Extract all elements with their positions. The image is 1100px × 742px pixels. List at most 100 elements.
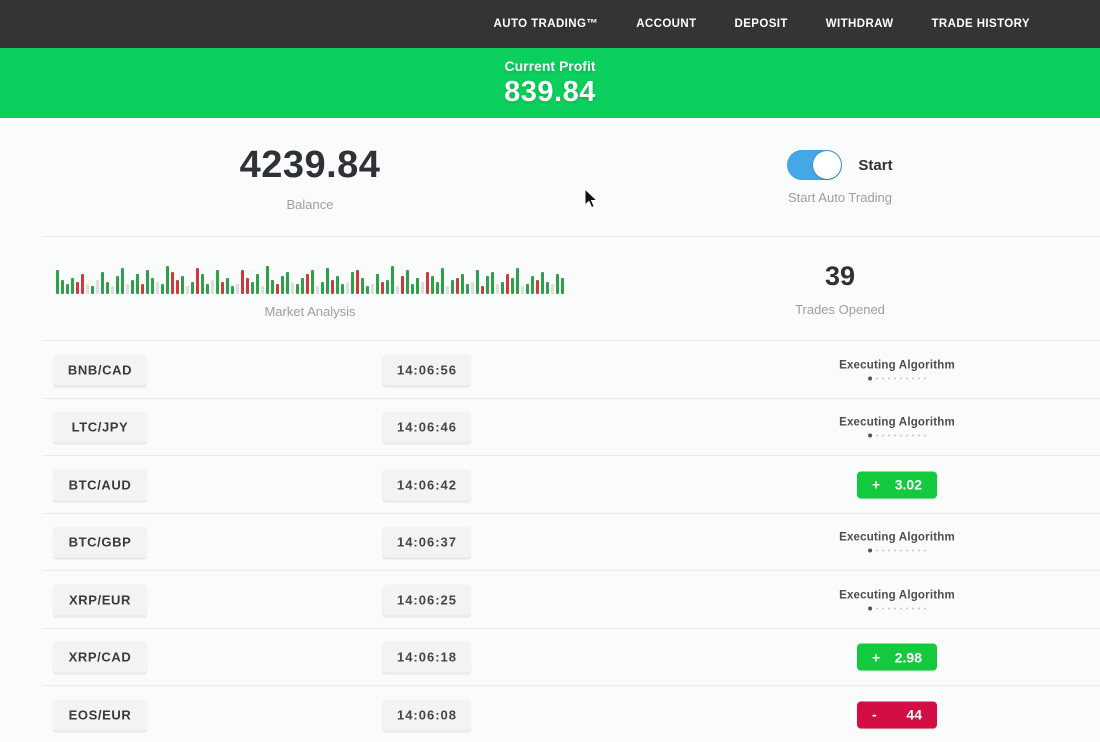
market-bar: [126, 284, 129, 294]
market-bar: [521, 286, 524, 294]
executing-algorithm-label: Executing Algorithm: [839, 359, 955, 371]
market-bar: [366, 286, 369, 294]
market-bar: [541, 272, 544, 294]
result-sign: +: [872, 649, 880, 665]
market-bar: [156, 282, 159, 294]
market-bar: [111, 286, 114, 294]
nav-item-withdraw[interactable]: WITHDRAW: [826, 18, 894, 30]
trade-pair-badge: BTC/GBP: [53, 527, 147, 558]
trades-opened-column: 39 Trades Opened: [620, 237, 1060, 341]
trade-status: Executing Algorithm: [839, 589, 955, 610]
nav-item-trade-history[interactable]: TRADE HISTORY: [932, 18, 1031, 30]
top-navbar: AUTO TRADING™ ACCOUNT DEPOSIT WITHDRAW TRADE…: [0, 0, 1100, 48]
market-bar: [136, 274, 139, 294]
market-bar: [66, 284, 69, 294]
progress-dots-icon: [868, 434, 926, 438]
market-bar: [121, 268, 124, 294]
auto-trading-column: Start Start Auto Trading: [620, 118, 1060, 237]
market-bar: [446, 286, 449, 294]
market-bar: [61, 280, 64, 294]
market-bar: [221, 282, 224, 294]
market-bar: [206, 284, 209, 294]
market-bar: [456, 278, 459, 294]
market-bar: [96, 280, 99, 294]
trades-list: BNB/CAD 14:06:56 Executing Algorithm LTC…: [0, 341, 1100, 742]
profit-badge: +3.02: [857, 471, 937, 498]
trade-row: BTC/AUD 14:06:42 +3.02: [0, 456, 1100, 514]
result-value: 44: [906, 707, 922, 723]
trade-time-badge: 14:06:08: [383, 699, 471, 730]
trade-pair-badge: BTC/AUD: [53, 469, 147, 500]
market-bar: [421, 282, 424, 294]
market-bar: [281, 276, 284, 294]
trades-opened-label: Trades Opened: [795, 302, 885, 317]
market-bar: [76, 282, 79, 294]
market-bar: [291, 282, 294, 294]
trade-row: XRP/EUR 14:06:25 Executing Algorithm: [0, 571, 1100, 629]
market-bar: [256, 274, 259, 294]
market-bar: [231, 286, 234, 294]
market-bar: [516, 268, 519, 294]
market-bar: [491, 272, 494, 294]
trade-row: BTC/GBP 14:06:37 Executing Algorithm: [0, 514, 1100, 572]
market-bar: [186, 286, 189, 294]
market-bar: [151, 278, 154, 294]
trade-row: BNB/CAD 14:06:56 Executing Algorithm: [0, 341, 1100, 399]
result-value: 2.98: [895, 649, 922, 665]
market-bar: [81, 274, 84, 294]
market-bar: [166, 266, 169, 294]
trade-status: +3.02: [857, 471, 937, 498]
market-bar: [486, 276, 489, 294]
market-section: Market Analysis 39 Trades Opened: [0, 237, 1100, 341]
trade-time-badge: 14:06:46: [383, 412, 471, 443]
market-bar: [301, 278, 304, 294]
trade-pair-badge: XRP/CAD: [53, 642, 147, 673]
market-bar: [431, 276, 434, 294]
nav-item-account[interactable]: ACCOUNT: [636, 18, 696, 30]
market-bar: [511, 278, 514, 294]
market-bar: [261, 286, 264, 294]
market-bar: [341, 284, 344, 294]
market-analysis-label: Market Analysis: [264, 304, 355, 319]
market-bar: [556, 274, 559, 294]
market-bar: [251, 282, 254, 294]
market-bar: [411, 284, 414, 294]
nav-item-auto-trading[interactable]: AUTO TRADING™: [494, 18, 599, 30]
progress-dots-icon: [868, 549, 926, 553]
profit-banner: Current Profit 839.84: [0, 48, 1100, 118]
profit-banner-value: 839.84: [504, 76, 596, 109]
market-bar: [91, 286, 94, 294]
trade-status: Executing Algorithm: [839, 532, 955, 553]
market-bar: [196, 268, 199, 294]
market-bar: [461, 274, 464, 294]
market-bar: [466, 284, 469, 294]
trade-time-badge: 14:06:25: [383, 584, 471, 615]
market-bar: [441, 268, 444, 294]
market-bar: [131, 280, 134, 294]
market-bar: [376, 274, 379, 294]
market-bar: [171, 272, 174, 294]
market-bar: [351, 272, 354, 294]
market-bar: [141, 284, 144, 294]
nav-item-deposit[interactable]: DEPOSIT: [735, 18, 788, 30]
market-bar: [161, 284, 164, 294]
market-bar: [101, 272, 104, 294]
market-analysis-column: Market Analysis: [0, 237, 620, 341]
market-bar: [506, 274, 509, 294]
market-bar: [211, 280, 214, 294]
result-sign: -: [872, 707, 877, 723]
market-bar: [476, 270, 479, 294]
auto-trading-toggle[interactable]: [787, 150, 842, 180]
market-bar: [346, 282, 349, 294]
toggle-label: Start: [858, 157, 892, 174]
market-bar: [311, 270, 314, 294]
market-bar: [551, 284, 554, 294]
trade-time-badge: 14:06:56: [383, 354, 471, 385]
market-bar: [381, 282, 384, 294]
market-bar: [371, 284, 374, 294]
market-bar: [406, 270, 409, 294]
trade-status: Executing Algorithm: [839, 359, 955, 380]
market-bar: [426, 272, 429, 294]
market-bar: [416, 278, 419, 294]
trade-time-badge: 14:06:18: [383, 642, 471, 673]
